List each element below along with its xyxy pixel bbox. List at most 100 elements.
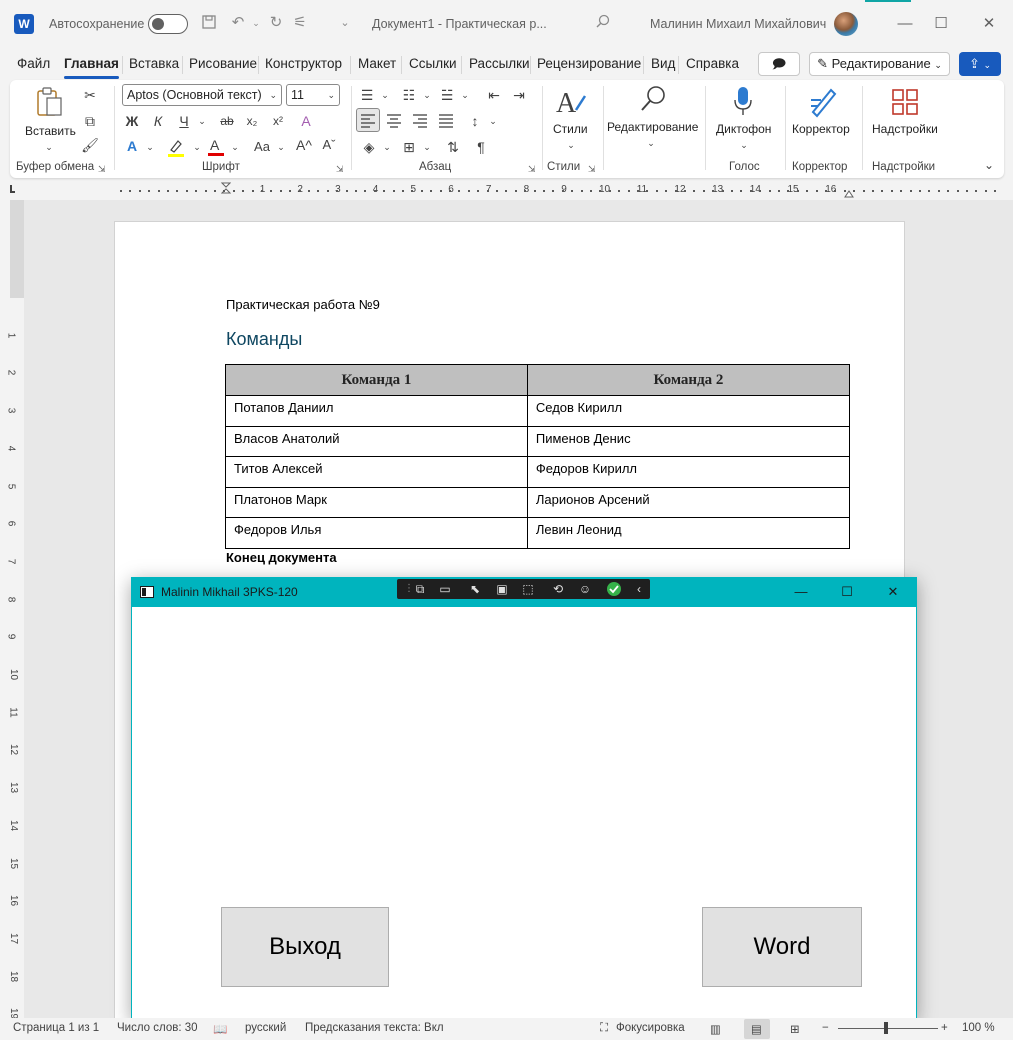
table-cell[interactable]: Федоров Кирилл bbox=[526, 456, 851, 488]
form-window[interactable]: Malinin Mikhail 3PKS-120 ⋮ ⧉ ▭ ⬉ ▣ ⬚ ⟲ ☺… bbox=[131, 577, 917, 1020]
zoom-in-icon[interactable]: + bbox=[941, 1022, 948, 1034]
table-cell[interactable]: Левин Леонид bbox=[526, 517, 851, 549]
form-minimize-icon[interactable]: — bbox=[778, 577, 824, 607]
multilevel-list-icon[interactable]: ☱ bbox=[438, 86, 456, 104]
tab-mailings[interactable]: Рассылки bbox=[469, 56, 530, 71]
tab-references[interactable]: Ссылки bbox=[409, 56, 457, 71]
superscript-icon[interactable]: x² bbox=[269, 112, 287, 130]
underline-dropdown-icon[interactable]: ⌄ bbox=[193, 112, 211, 130]
undo-dropdown-icon[interactable]: ⌄ bbox=[247, 14, 265, 32]
form-close-icon[interactable]: ✕ bbox=[870, 577, 916, 607]
format-painter-icon[interactable]: 🖌 bbox=[81, 136, 99, 154]
table-cell[interactable]: Титов Алексей bbox=[225, 456, 528, 488]
vertical-ruler[interactable]: 1 2 3 4 5 6 7 8 9 10 11 12 13 14 15 16 17 18 19 bbox=[0, 200, 24, 1019]
track-focus-icon[interactable]: ⬚ bbox=[520, 581, 536, 597]
align-left-button[interactable] bbox=[356, 108, 380, 132]
font-launcher-icon[interactable]: ⇲ bbox=[336, 164, 344, 175]
paste-icon[interactable] bbox=[36, 86, 64, 118]
editing-mode-button[interactable]: ✎ Редактирование ⌄ bbox=[809, 52, 950, 76]
highlight-icon[interactable] bbox=[166, 138, 186, 158]
numbering-icon[interactable]: ☷ bbox=[400, 86, 418, 104]
microphone-icon[interactable] bbox=[732, 86, 754, 118]
tab-home[interactable]: Главная bbox=[64, 56, 119, 79]
right-indent-marker-icon[interactable] bbox=[844, 187, 854, 198]
decrease-indent-icon[interactable]: ⇤ bbox=[485, 86, 503, 104]
find-icon[interactable] bbox=[639, 84, 669, 114]
table-cell[interactable]: Потапов Даниил bbox=[225, 395, 528, 427]
addins-label[interactable]: Надстройки bbox=[872, 122, 938, 136]
tab-help[interactable]: Справка bbox=[686, 56, 739, 71]
multilevel-dropdown-icon[interactable]: ⌄ bbox=[456, 86, 474, 104]
italic-button[interactable]: К bbox=[149, 112, 167, 130]
clear-formatting-icon[interactable]: A bbox=[297, 112, 315, 130]
read-mode-icon[interactable]: ▥ bbox=[710, 1022, 721, 1036]
select-element-icon[interactable]: ⬉ bbox=[467, 581, 483, 597]
change-case-button[interactable]: Aa bbox=[251, 138, 273, 156]
autosave-toggle[interactable] bbox=[148, 14, 188, 34]
web-layout-icon[interactable]: ⊞ bbox=[790, 1022, 800, 1036]
tab-layout[interactable]: Макет bbox=[358, 56, 396, 71]
word-button[interactable]: Word bbox=[702, 907, 862, 987]
page-count[interactable]: Страница 1 из 1 bbox=[13, 1022, 99, 1034]
table-cell[interactable]: Седов Кирилл bbox=[526, 395, 851, 427]
justify-icon[interactable] bbox=[436, 110, 456, 130]
borders-icon[interactable]: ⊞ bbox=[400, 138, 418, 156]
close-icon[interactable]: ✕ bbox=[966, 0, 1012, 48]
shrink-font-icon[interactable]: Aˇ bbox=[320, 136, 338, 154]
sort-icon[interactable]: ⇅ bbox=[444, 138, 462, 156]
table-cell[interactable]: Власов Анатолий bbox=[225, 425, 528, 457]
editor-label[interactable]: Корректор bbox=[792, 122, 850, 136]
underline-button[interactable]: Ч bbox=[175, 112, 193, 130]
editor-icon[interactable] bbox=[807, 86, 839, 118]
zoom-out-icon[interactable]: − bbox=[822, 1022, 829, 1034]
text-effects-dropdown-icon[interactable]: ⌄ bbox=[141, 138, 159, 156]
collapse-toolbar-icon[interactable]: ‹ bbox=[631, 581, 647, 597]
font-size-combo[interactable]: 11 ⌄ bbox=[286, 84, 340, 106]
line-spacing-icon[interactable]: ↕ bbox=[466, 112, 484, 130]
change-case-dropdown-icon[interactable]: ⌄ bbox=[272, 138, 290, 156]
pilcrow-icon[interactable]: ¶ bbox=[472, 138, 490, 156]
grow-font-icon[interactable]: A^ bbox=[295, 136, 313, 154]
table-cell[interactable]: Федоров Илья bbox=[225, 517, 528, 549]
tab-view[interactable]: Вид bbox=[651, 56, 675, 71]
text-effects-icon[interactable]: A bbox=[123, 137, 141, 155]
table-header-cell[interactable]: Команда 2 bbox=[526, 364, 851, 396]
paste-dropdown-icon[interactable]: ⌄ bbox=[40, 138, 58, 156]
tab-review[interactable]: Рецензирование bbox=[537, 56, 641, 71]
highlight-dropdown-icon[interactable]: ⌄ bbox=[188, 138, 206, 156]
focus-mode[interactable]: Фокусировка bbox=[616, 1022, 685, 1034]
collapse-ribbon-icon[interactable]: ⌄ bbox=[980, 156, 998, 174]
tab-file[interactable]: Файл bbox=[17, 56, 50, 71]
table-cell[interactable]: Пименов Денис bbox=[526, 425, 851, 457]
editing-label[interactable]: Редактирование bbox=[607, 120, 698, 134]
hot-reload-icon[interactable]: ⟲ bbox=[550, 581, 566, 597]
customize-icon[interactable]: ⚟ bbox=[291, 14, 309, 32]
shading-icon[interactable]: ◈ bbox=[360, 138, 378, 156]
share-button[interactable]: ⇪ ⌄ bbox=[959, 52, 1001, 76]
table-cell[interactable]: Ларионов Арсений bbox=[526, 486, 851, 518]
cut-icon[interactable]: ✂ bbox=[81, 86, 99, 104]
align-right-icon[interactable] bbox=[410, 110, 430, 130]
tab-design[interactable]: Конструктор bbox=[265, 56, 342, 71]
doc-end-text[interactable]: Конец документа bbox=[226, 550, 337, 565]
strikethrough-icon[interactable]: ab bbox=[218, 112, 236, 130]
borders-dropdown-icon[interactable]: ⌄ bbox=[418, 138, 436, 156]
line-spacing-dropdown-icon[interactable]: ⌄ bbox=[484, 112, 502, 130]
paste-label[interactable]: Вставить bbox=[25, 124, 76, 138]
styles-icon[interactable]: A bbox=[554, 86, 588, 120]
focus-icon[interactable]: ⛶ bbox=[600, 1022, 608, 1035]
clipboard-launcher-icon[interactable]: ⇲ bbox=[98, 164, 106, 175]
bold-button[interactable]: Ж bbox=[123, 112, 141, 130]
check-icon[interactable] bbox=[606, 581, 622, 597]
table-header-cell[interactable]: Команда 1 bbox=[225, 364, 528, 396]
print-layout-button[interactable]: ▤ bbox=[744, 1019, 770, 1039]
user-name[interactable]: Малинин Михаил Михайлович bbox=[650, 17, 826, 31]
align-center-icon[interactable] bbox=[384, 110, 404, 130]
shading-dropdown-icon[interactable]: ⌄ bbox=[378, 138, 396, 156]
zoom-level[interactable]: 100 % bbox=[962, 1022, 995, 1034]
horizontal-ruler[interactable]: 12345678910111213141516 bbox=[10, 182, 1005, 198]
font-color-dropdown-icon[interactable]: ⌄ bbox=[226, 138, 244, 156]
zoom-slider-track[interactable] bbox=[838, 1028, 938, 1029]
search-icon[interactable] bbox=[594, 14, 612, 32]
exit-button[interactable]: Выход bbox=[221, 907, 389, 987]
